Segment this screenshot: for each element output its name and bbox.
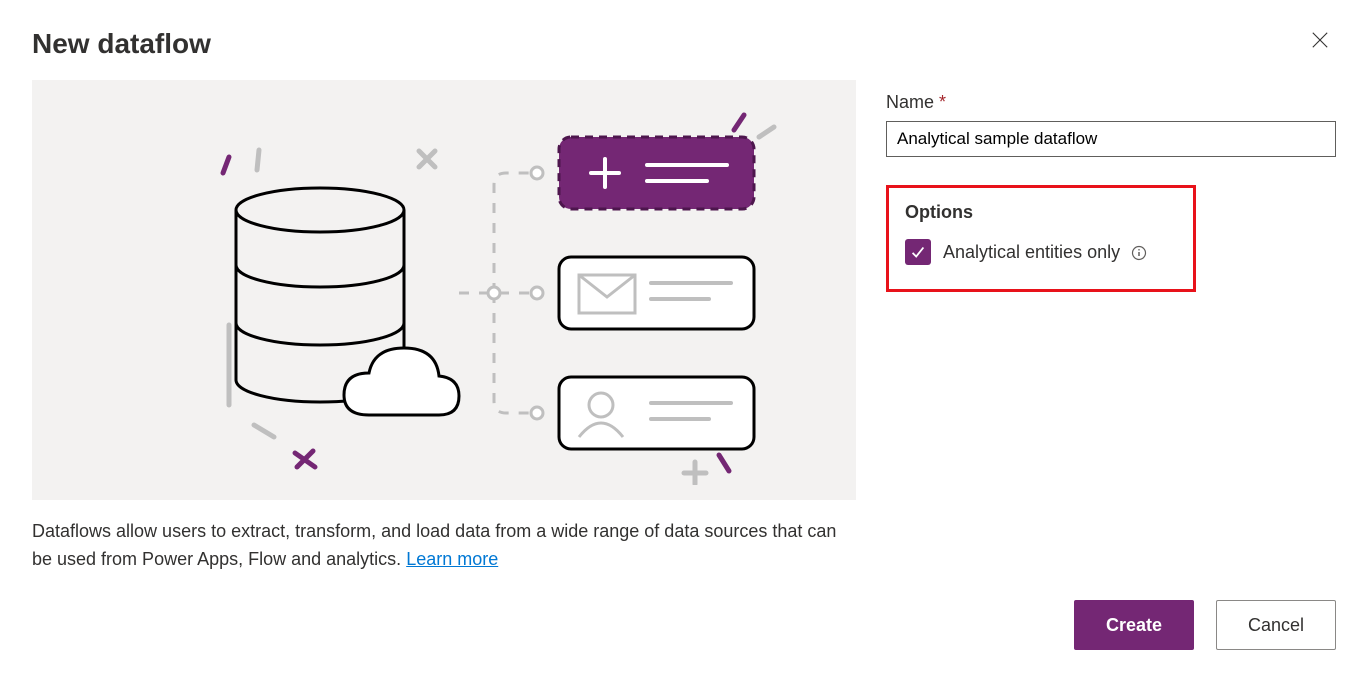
- name-label: Name *: [886, 92, 1336, 113]
- create-button[interactable]: Create: [1074, 600, 1194, 650]
- analytical-entities-label-text: Analytical entities only: [943, 242, 1120, 262]
- analytical-entities-checkbox[interactable]: [905, 239, 931, 265]
- learn-more-link[interactable]: Learn more: [406, 549, 498, 569]
- close-icon: [1311, 31, 1329, 49]
- info-icon[interactable]: [1131, 245, 1147, 261]
- checkmark-icon: [909, 243, 927, 261]
- close-button[interactable]: [1310, 30, 1330, 50]
- dialog-description: Dataflows allow users to extract, transf…: [32, 518, 852, 574]
- cancel-button[interactable]: Cancel: [1216, 600, 1336, 650]
- analytical-entities-checkbox-row: Analytical entities only: [905, 239, 1177, 265]
- dataflow-illustration: [32, 80, 856, 500]
- name-input[interactable]: [886, 121, 1336, 157]
- analytical-entities-label: Analytical entities only: [943, 242, 1147, 263]
- dialog-title: New dataflow: [32, 28, 1336, 60]
- dialog-footer: Create Cancel: [1074, 600, 1336, 650]
- options-title: Options: [905, 202, 1177, 223]
- options-panel: Options Analytical entities only: [886, 185, 1196, 292]
- new-dataflow-dialog: New dataflow: [0, 0, 1368, 678]
- dataflow-illustration-svg: [79, 95, 809, 485]
- name-label-text: Name: [886, 92, 934, 112]
- required-indicator: *: [939, 92, 946, 112]
